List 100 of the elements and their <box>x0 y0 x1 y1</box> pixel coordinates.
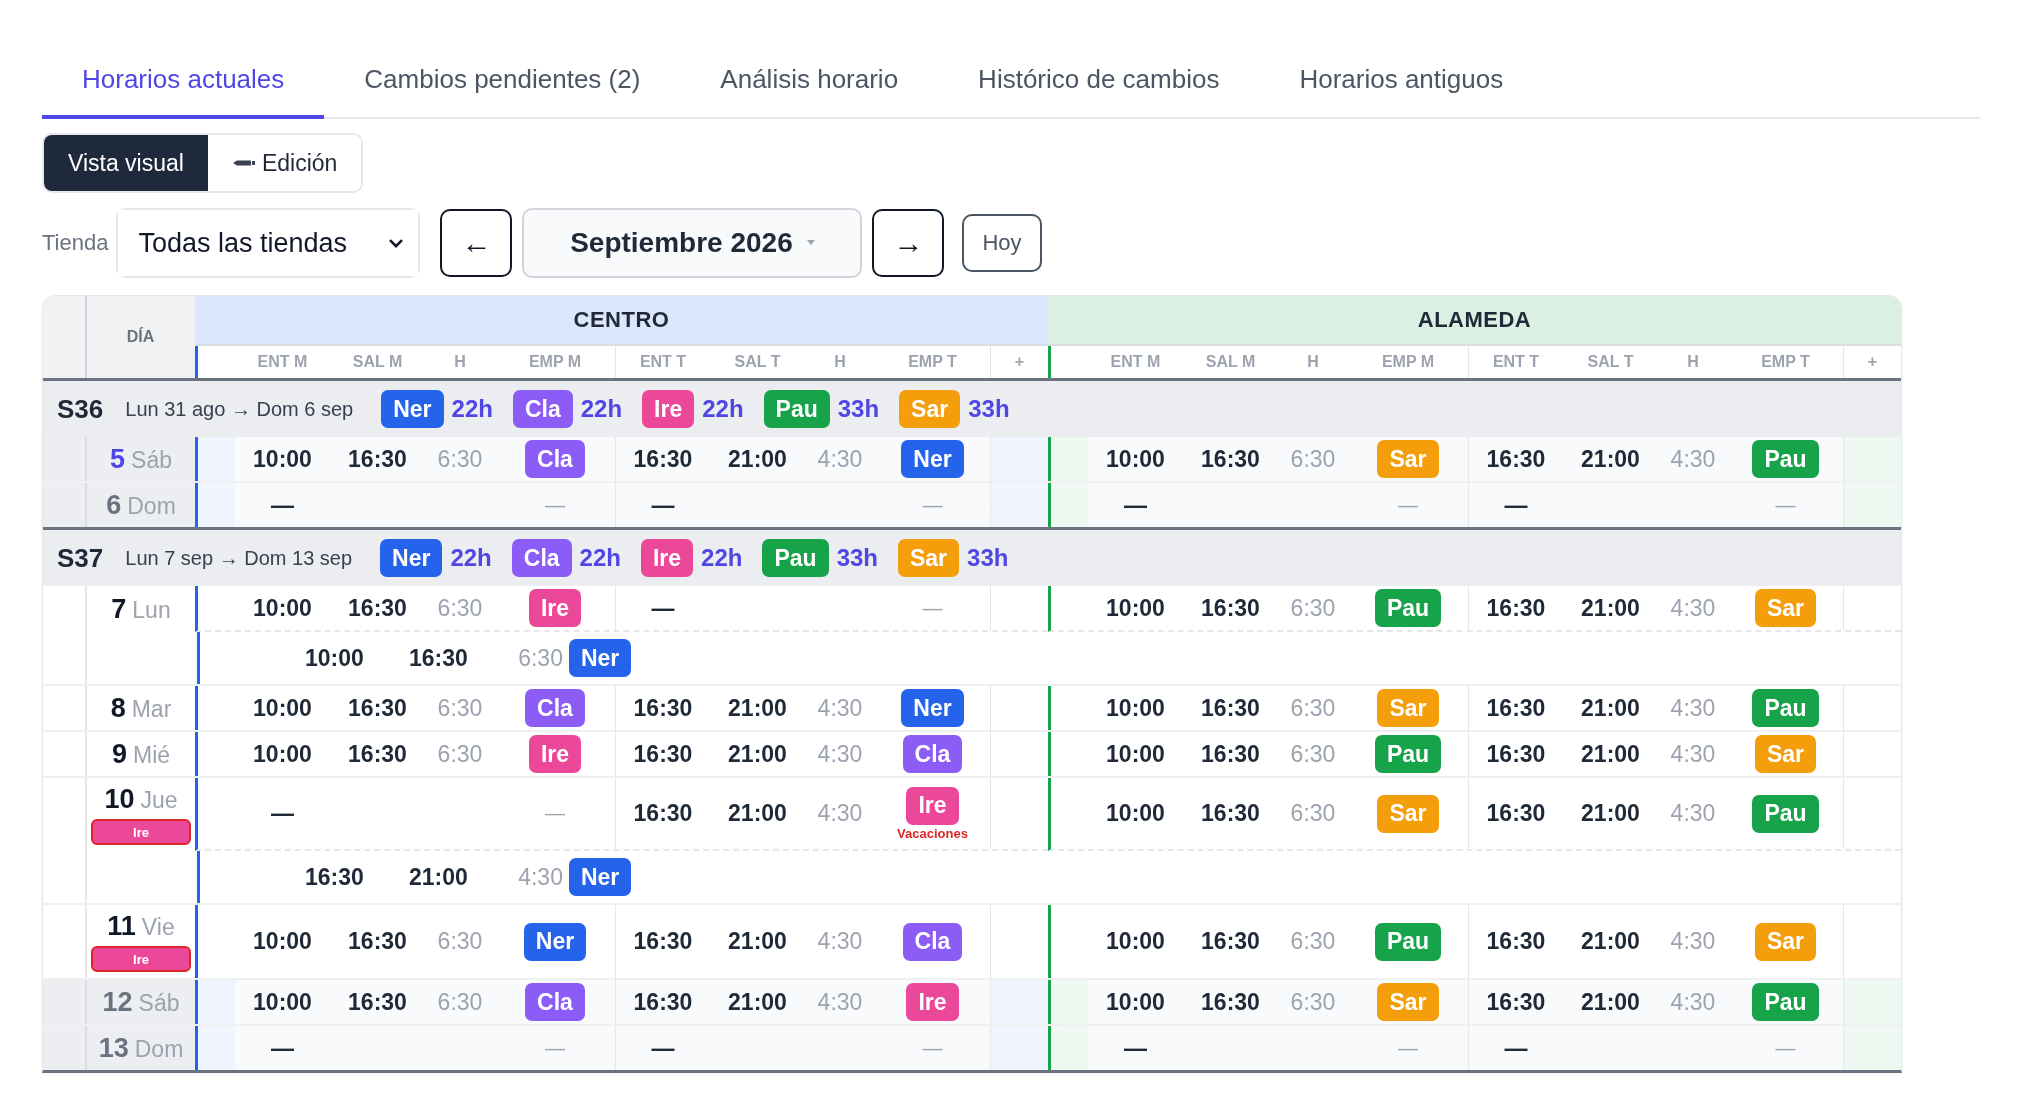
employee-chip[interactable]: Ire <box>528 735 582 773</box>
tab[interactable]: Cambios pendientes (2) <box>324 52 681 119</box>
employee-chip[interactable]: Cla <box>525 689 585 727</box>
column-header: H <box>1306 352 1320 372</box>
absence-tag: Ire <box>91 819 191 845</box>
day-number: 10 <box>104 784 135 815</box>
employee-chip[interactable]: Pau <box>1752 689 1819 727</box>
day-name: Dom <box>127 492 176 520</box>
start-time: 10:00 <box>1106 928 1165 955</box>
end-time: 16:30 <box>348 694 407 722</box>
end-time: 21:00 <box>728 740 787 768</box>
employee-chip[interactable]: Sar <box>1754 922 1817 961</box>
shift-hours: 4:30 <box>1670 988 1716 1016</box>
end-time: 16:30 <box>348 594 407 622</box>
empty-shift-dash: — <box>271 491 294 519</box>
start-time: 10:00 <box>253 740 312 768</box>
day-name: Mar <box>131 695 172 723</box>
employee-chip[interactable]: Pau <box>1374 735 1442 773</box>
hours-total: 22h <box>702 395 744 423</box>
column-header: EMP M <box>1380 352 1436 372</box>
tab[interactable]: Horarios antiguos <box>1259 52 1544 119</box>
end-time: 21:00 <box>1581 694 1640 722</box>
employee-chip[interactable]: Ire <box>906 786 959 825</box>
store-select[interactable]: Todas las tiendas <box>118 210 419 276</box>
start-time: 16:30 <box>1486 988 1546 1016</box>
employee-chip[interactable]: Ner <box>901 689 964 727</box>
employee-chip[interactable]: Cla <box>902 735 963 773</box>
day-number: 6 <box>106 489 122 521</box>
start-time: 10:00 <box>304 644 365 672</box>
end-time: 16:30 <box>1201 694 1260 722</box>
empty-shift-dash: — <box>1504 1034 1528 1062</box>
employee-chip[interactable]: Pau <box>1752 983 1819 1021</box>
week-label: S36 <box>57 393 104 425</box>
column-header: H <box>453 352 467 372</box>
tab[interactable]: Histórico de cambios <box>938 52 1260 119</box>
employee-chip[interactable]: Sar <box>1377 440 1439 478</box>
employee-chip[interactable]: Pau <box>1752 440 1819 478</box>
hours-total: 22h <box>451 395 493 423</box>
empty-employee-dash: — <box>922 1036 943 1060</box>
empty-employee-dash: — <box>1775 493 1796 517</box>
start-time: 10:00 <box>1106 594 1165 622</box>
column-header: EMP T <box>1760 352 1811 372</box>
empty-shift-dash: — <box>651 1034 675 1062</box>
empty-shift-dash: — <box>651 491 675 519</box>
month-picker[interactable]: Septiembre 2026 <box>522 208 863 278</box>
end-time: 16:30 <box>1201 445 1260 473</box>
column-header: SAL T <box>733 352 782 372</box>
end-time: 21:00 <box>728 445 787 473</box>
employee-chip[interactable]: Pau <box>1374 922 1442 961</box>
next-month-button[interactable]: → <box>872 209 945 277</box>
hours-total: 33h <box>967 544 1009 572</box>
employee-chip[interactable]: Sar <box>1754 735 1817 773</box>
employee-chip: Sar <box>899 390 961 428</box>
empty-employee-dash: — <box>1398 493 1418 517</box>
employee-chip[interactable]: Ner <box>901 440 964 478</box>
start-time: 16:30 <box>633 445 693 473</box>
employee-chip[interactable]: Cla <box>525 440 585 478</box>
tab[interactable]: Horarios actuales <box>42 52 325 119</box>
column-header: EMP M <box>527 352 583 372</box>
employee-chip[interactable]: Ner <box>568 858 632 896</box>
empty-shift-dash: — <box>1504 491 1528 519</box>
column-header: + <box>1843 346 1901 378</box>
today-button[interactable]: Hoy <box>962 214 1042 272</box>
week-range: Lun 31 ago → Dom 6 sep <box>125 397 354 421</box>
employee-chip[interactable]: Ire <box>528 589 582 627</box>
end-time: 16:30 <box>1201 988 1260 1016</box>
shift-hours: 4:30 <box>817 740 863 768</box>
employee-chip[interactable]: Sar <box>1377 794 1439 833</box>
employee-chip[interactable]: Cla <box>525 983 585 1021</box>
day-name: Jue <box>140 787 178 814</box>
employee-chip: Pau <box>762 539 829 577</box>
employee-chip: Ire <box>640 539 694 577</box>
employee-chip[interactable]: Pau <box>1752 794 1819 833</box>
start-time: 16:30 <box>633 740 693 768</box>
end-time: 16:30 <box>1201 594 1260 622</box>
employee-chip[interactable]: Sar <box>1377 983 1439 1021</box>
employee-chip[interactable]: Ner <box>523 922 587 961</box>
end-time: 21:00 <box>728 988 787 1016</box>
day-name: Mié <box>133 741 171 769</box>
employee-chip[interactable]: Ire <box>906 983 959 1021</box>
employee-chip[interactable]: Sar <box>1754 589 1817 627</box>
shift-hours: 6:30 <box>437 594 483 622</box>
end-time: 21:00 <box>1581 445 1640 473</box>
employee-chip[interactable]: Cla <box>902 922 963 961</box>
previous-month-button[interactable]: ← <box>440 209 513 277</box>
day-name: Sáb <box>138 989 180 1017</box>
view-mode-button[interactable]: Vista visual <box>44 135 208 191</box>
employee-chip[interactable]: Ner <box>568 639 632 677</box>
shift-hours: 6:30 <box>1290 694 1336 722</box>
end-time: 21:00 <box>728 928 787 955</box>
employee-chip[interactable]: Sar <box>1377 689 1439 727</box>
start-time: 10:00 <box>1106 740 1165 768</box>
start-time: 16:30 <box>633 928 693 955</box>
employee-chip[interactable]: Pau <box>1374 589 1442 627</box>
shift-hours: 4:30 <box>1670 594 1716 622</box>
shift-hours: 6:30 <box>1290 445 1336 473</box>
tab[interactable]: Análisis horario <box>680 52 939 119</box>
hours-total: 22h <box>450 544 492 572</box>
day-number: 5 <box>110 443 126 475</box>
start-time: 10:00 <box>1106 694 1165 722</box>
